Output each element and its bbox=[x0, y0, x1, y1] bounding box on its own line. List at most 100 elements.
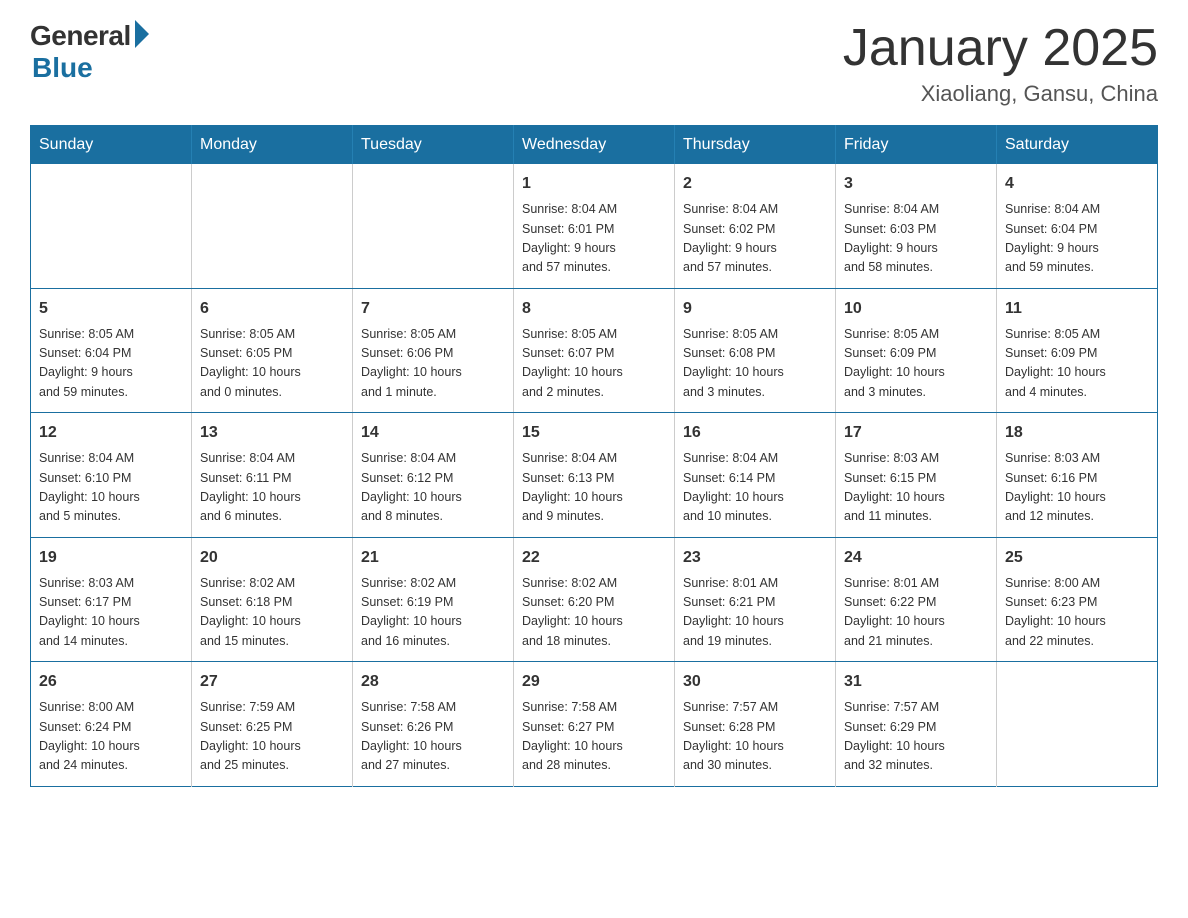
day-info: Sunrise: 8:04 AMSunset: 6:11 PMDaylight:… bbox=[200, 449, 344, 527]
day-info: Sunrise: 8:01 AMSunset: 6:21 PMDaylight:… bbox=[683, 574, 827, 652]
col-tuesday: Tuesday bbox=[353, 126, 514, 165]
day-cell: 5 Sunrise: 8:05 AMSunset: 6:04 PMDaylight… bbox=[31, 288, 192, 413]
day-number: 8 bbox=[522, 297, 666, 321]
calendar-table: Sunday Monday Tuesday Wednesday Thursday… bbox=[30, 125, 1158, 787]
day-info: Sunrise: 7:57 AMSunset: 6:28 PMDaylight:… bbox=[683, 698, 827, 776]
day-cell: 27 Sunrise: 7:59 AMSunset: 6:25 PMDayligh… bbox=[192, 662, 353, 787]
day-number: 17 bbox=[844, 421, 988, 445]
day-number: 23 bbox=[683, 546, 827, 570]
week-row-1: 1Sunrise: 8:04 AMSunset: 6:01 PMDaylight… bbox=[31, 164, 1158, 288]
day-info: Sunrise: 8:02 AMSunset: 6:19 PMDaylight:… bbox=[361, 574, 505, 652]
day-number: 6 bbox=[200, 297, 344, 321]
day-cell: 15 Sunrise: 8:04 AMSunset: 6:13 PMDayligh… bbox=[514, 413, 675, 538]
day-number: 26 bbox=[39, 670, 183, 694]
day-cell: 7 Sunrise: 8:05 AMSunset: 6:06 PMDaylight… bbox=[353, 288, 514, 413]
day-number: 15 bbox=[522, 421, 666, 445]
col-thursday: Thursday bbox=[675, 126, 836, 165]
day-info: Sunrise: 8:02 AMSunset: 6:20 PMDaylight:… bbox=[522, 574, 666, 652]
day-number: 14 bbox=[361, 421, 505, 445]
day-info: Sunrise: 8:04 AMSunset: 6:01 PMDaylight:… bbox=[522, 200, 666, 278]
day-info: Sunrise: 8:03 AMSunset: 6:16 PMDaylight:… bbox=[1005, 449, 1149, 527]
day-number: 24 bbox=[844, 546, 988, 570]
col-saturday: Saturday bbox=[997, 126, 1158, 165]
day-number: 7 bbox=[361, 297, 505, 321]
header-row: Sunday Monday Tuesday Wednesday Thursday… bbox=[31, 126, 1158, 165]
day-cell: 2Sunrise: 8:04 AMSunset: 6:02 PMDaylight… bbox=[675, 164, 836, 288]
day-cell: 1Sunrise: 8:04 AMSunset: 6:01 PMDaylight… bbox=[514, 164, 675, 288]
logo-general-text: General bbox=[30, 20, 131, 52]
day-info: Sunrise: 8:04 AMSunset: 6:12 PMDaylight:… bbox=[361, 449, 505, 527]
day-cell: 25Sunrise: 8:00 AMSunset: 6:23 PMDayligh… bbox=[997, 537, 1158, 662]
day-cell: 26 Sunrise: 8:00 AMSunset: 6:24 PMDayligh… bbox=[31, 662, 192, 787]
day-number: 20 bbox=[200, 546, 344, 570]
week-row-3: 12 Sunrise: 8:04 AMSunset: 6:10 PMDayligh… bbox=[31, 413, 1158, 538]
day-cell: 29Sunrise: 7:58 AMSunset: 6:27 PMDayligh… bbox=[514, 662, 675, 787]
day-number: 31 bbox=[844, 670, 988, 694]
day-number: 3 bbox=[844, 172, 988, 196]
day-info: Sunrise: 7:58 AMSunset: 6:26 PMDaylight:… bbox=[361, 698, 505, 776]
day-cell: 8 Sunrise: 8:05 AMSunset: 6:07 PMDaylight… bbox=[514, 288, 675, 413]
day-info: Sunrise: 8:04 AMSunset: 6:03 PMDaylight:… bbox=[844, 200, 988, 278]
day-cell: 30 Sunrise: 7:57 AMSunset: 6:28 PMDayligh… bbox=[675, 662, 836, 787]
day-number: 18 bbox=[1005, 421, 1149, 445]
calendar-body: 1Sunrise: 8:04 AMSunset: 6:01 PMDaylight… bbox=[31, 164, 1158, 786]
day-info: Sunrise: 8:00 AMSunset: 6:24 PMDaylight:… bbox=[39, 698, 183, 776]
day-cell bbox=[31, 164, 192, 288]
day-info: Sunrise: 7:57 AMSunset: 6:29 PMDaylight:… bbox=[844, 698, 988, 776]
calendar-header: Sunday Monday Tuesday Wednesday Thursday… bbox=[31, 126, 1158, 165]
location-title: Xiaoliang, Gansu, China bbox=[843, 81, 1158, 107]
day-info: Sunrise: 8:05 AMSunset: 6:06 PMDaylight:… bbox=[361, 325, 505, 403]
day-info: Sunrise: 8:03 AMSunset: 6:17 PMDaylight:… bbox=[39, 574, 183, 652]
day-cell: 14 Sunrise: 8:04 AMSunset: 6:12 PMDayligh… bbox=[353, 413, 514, 538]
day-info: Sunrise: 8:04 AMSunset: 6:02 PMDaylight:… bbox=[683, 200, 827, 278]
day-cell: 17Sunrise: 8:03 AMSunset: 6:15 PMDayligh… bbox=[836, 413, 997, 538]
day-number: 29 bbox=[522, 670, 666, 694]
day-number: 9 bbox=[683, 297, 827, 321]
page-header: General Blue January 2025 Xiaoliang, Gan… bbox=[30, 20, 1158, 107]
day-cell: 21 Sunrise: 8:02 AMSunset: 6:19 PMDayligh… bbox=[353, 537, 514, 662]
day-number: 4 bbox=[1005, 172, 1149, 196]
day-number: 16 bbox=[683, 421, 827, 445]
day-cell bbox=[997, 662, 1158, 787]
day-info: Sunrise: 7:59 AMSunset: 6:25 PMDaylight:… bbox=[200, 698, 344, 776]
day-number: 5 bbox=[39, 297, 183, 321]
week-row-2: 5 Sunrise: 8:05 AMSunset: 6:04 PMDaylight… bbox=[31, 288, 1158, 413]
day-info: Sunrise: 8:04 AMSunset: 6:14 PMDaylight:… bbox=[683, 449, 827, 527]
day-number: 21 bbox=[361, 546, 505, 570]
day-cell: 18 Sunrise: 8:03 AMSunset: 6:16 PMDayligh… bbox=[997, 413, 1158, 538]
logo: General Blue bbox=[30, 20, 149, 84]
day-info: Sunrise: 8:01 AMSunset: 6:22 PMDaylight:… bbox=[844, 574, 988, 652]
day-info: Sunrise: 8:04 AMSunset: 6:13 PMDaylight:… bbox=[522, 449, 666, 527]
day-info: Sunrise: 8:04 AMSunset: 6:10 PMDaylight:… bbox=[39, 449, 183, 527]
day-cell: 12 Sunrise: 8:04 AMSunset: 6:10 PMDayligh… bbox=[31, 413, 192, 538]
day-info: Sunrise: 8:05 AMSunset: 6:07 PMDaylight:… bbox=[522, 325, 666, 403]
day-info: Sunrise: 8:05 AMSunset: 6:08 PMDaylight:… bbox=[683, 325, 827, 403]
day-cell: 6 Sunrise: 8:05 AMSunset: 6:05 PMDaylight… bbox=[192, 288, 353, 413]
day-cell: 31 Sunrise: 7:57 AMSunset: 6:29 PMDayligh… bbox=[836, 662, 997, 787]
day-number: 13 bbox=[200, 421, 344, 445]
day-number: 22 bbox=[522, 546, 666, 570]
col-friday: Friday bbox=[836, 126, 997, 165]
day-cell: 16 Sunrise: 8:04 AMSunset: 6:14 PMDayligh… bbox=[675, 413, 836, 538]
day-number: 28 bbox=[361, 670, 505, 694]
day-cell: 13 Sunrise: 8:04 AMSunset: 6:11 PMDayligh… bbox=[192, 413, 353, 538]
day-cell: 9 Sunrise: 8:05 AMSunset: 6:08 PMDaylight… bbox=[675, 288, 836, 413]
day-number: 19 bbox=[39, 546, 183, 570]
day-info: Sunrise: 8:05 AMSunset: 6:04 PMDaylight:… bbox=[39, 325, 183, 403]
day-number: 27 bbox=[200, 670, 344, 694]
day-number: 30 bbox=[683, 670, 827, 694]
col-wednesday: Wednesday bbox=[514, 126, 675, 165]
day-info: Sunrise: 8:05 AMSunset: 6:05 PMDaylight:… bbox=[200, 325, 344, 403]
day-cell: 23 Sunrise: 8:01 AMSunset: 6:21 PMDayligh… bbox=[675, 537, 836, 662]
week-row-5: 26 Sunrise: 8:00 AMSunset: 6:24 PMDayligh… bbox=[31, 662, 1158, 787]
day-number: 10 bbox=[844, 297, 988, 321]
week-row-4: 19 Sunrise: 8:03 AMSunset: 6:17 PMDayligh… bbox=[31, 537, 1158, 662]
day-number: 12 bbox=[39, 421, 183, 445]
day-cell: 11Sunrise: 8:05 AMSunset: 6:09 PMDayligh… bbox=[997, 288, 1158, 413]
day-info: Sunrise: 8:05 AMSunset: 6:09 PMDaylight:… bbox=[844, 325, 988, 403]
title-section: January 2025 Xiaoliang, Gansu, China bbox=[843, 20, 1158, 107]
col-monday: Monday bbox=[192, 126, 353, 165]
day-cell: 24 Sunrise: 8:01 AMSunset: 6:22 PMDayligh… bbox=[836, 537, 997, 662]
day-number: 11 bbox=[1005, 297, 1149, 321]
day-cell bbox=[192, 164, 353, 288]
